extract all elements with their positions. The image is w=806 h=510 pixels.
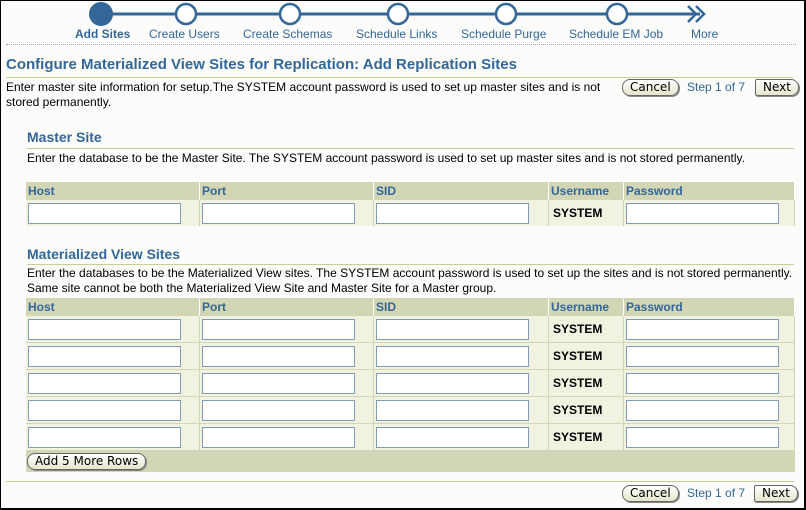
port-input[interactable] [202,399,355,421]
sid-input[interactable] [376,202,529,224]
sid-input[interactable] [376,372,529,394]
table-row: SYSTEM [26,423,795,450]
step-create-users[interactable]: Create Users [149,27,220,41]
column-header-host: Host [26,182,200,200]
column-header-username: Username [548,182,624,200]
host-input[interactable] [28,202,181,224]
port-input[interactable] [202,318,355,340]
column-header-port: Port [199,182,374,200]
master-site-heading: Master Site [27,129,102,145]
sid-input[interactable] [376,345,529,367]
port-input[interactable] [202,202,355,224]
add-rows-footer: Add 5 More Rows [26,450,795,472]
master-site-table: Host Port SID Username Password SYSTEM [26,182,795,226]
sid-input[interactable] [376,399,529,421]
step-indicator-bottom: Step 1 of 7 [687,486,746,500]
table-row: SYSTEM [26,396,795,424]
username-value: SYSTEM [548,315,624,343]
password-input[interactable] [626,318,779,340]
cancel-button-top[interactable]: Cancel [622,79,679,96]
sid-input[interactable] [376,318,529,340]
port-input[interactable] [202,426,355,448]
table-row: SYSTEM [26,315,795,343]
step-indicator-top: Step 1 of 7 [687,80,746,94]
master-site-description: Enter the database to be the Master Site… [27,151,745,165]
bottom-rule [6,481,794,482]
step-circle-icon[interactable] [605,2,629,26]
username-value: SYSTEM [548,369,624,397]
password-input[interactable] [626,202,779,224]
password-input[interactable] [626,372,779,394]
step-circle-icon[interactable] [174,2,198,26]
username-value: SYSTEM [548,396,624,424]
train-track [89,2,706,26]
port-input[interactable] [202,345,355,367]
host-input[interactable] [28,318,181,340]
host-input[interactable] [28,426,181,448]
password-input[interactable] [626,426,779,448]
column-header-username: Username [548,298,624,316]
master-site-rule [27,148,794,149]
column-header-sid: SID [373,182,549,200]
step-more[interactable]: More [691,27,718,41]
train-divider [6,44,796,45]
step-circle-icon[interactable] [278,2,302,26]
table-row: SYSTEM [26,342,795,370]
password-input[interactable] [626,345,779,367]
page-title: Configure Materialized View Sites for Re… [6,56,517,73]
port-input[interactable] [202,372,355,394]
step-add-sites[interactable]: Add Sites [75,27,130,41]
table-row: SYSTEM [26,369,795,397]
title-rule [6,77,793,78]
step-schedule-links[interactable]: Schedule Links [356,27,437,41]
mv-sites-description: Enter the databases to be the Materializ… [27,266,793,295]
add-more-rows-button[interactable]: Add 5 More Rows [27,452,147,470]
host-input[interactable] [28,399,181,421]
next-button-bottom[interactable]: Next [754,485,798,502]
sid-input[interactable] [376,426,529,448]
host-input[interactable] [28,345,181,367]
mv-sites-rule [27,264,794,265]
username-value: SYSTEM [548,342,624,370]
column-header-host: Host [26,298,200,316]
step-circle-icon[interactable] [386,2,410,26]
step-create-schemas[interactable]: Create Schemas [243,27,332,41]
host-input[interactable] [28,372,181,394]
username-value: SYSTEM [548,199,624,226]
step-train: Add Sites Create Users Create Schemas Sc… [0,0,806,44]
step-circle-active-icon[interactable] [89,2,113,26]
column-header-port: Port [199,298,374,316]
page-intro: Enter master site information for setup.… [6,80,601,109]
step-schedule-purge[interactable]: Schedule Purge [461,27,546,41]
next-button-top[interactable]: Next [755,79,799,96]
column-header-sid: SID [373,298,549,316]
password-input[interactable] [626,399,779,421]
step-schedule-em-job[interactable]: Schedule EM Job [569,27,663,41]
step-circle-icon[interactable] [494,2,518,26]
column-header-password: Password [623,182,795,200]
mv-sites-heading: Materialized View Sites [27,246,181,262]
username-value: SYSTEM [548,423,624,450]
cancel-button-bottom[interactable]: Cancel [622,485,679,502]
table-row: SYSTEM [26,199,795,226]
mv-sites-table: Host Port SID Username Password SYSTEM S… [26,298,795,472]
column-header-password: Password [623,298,795,316]
